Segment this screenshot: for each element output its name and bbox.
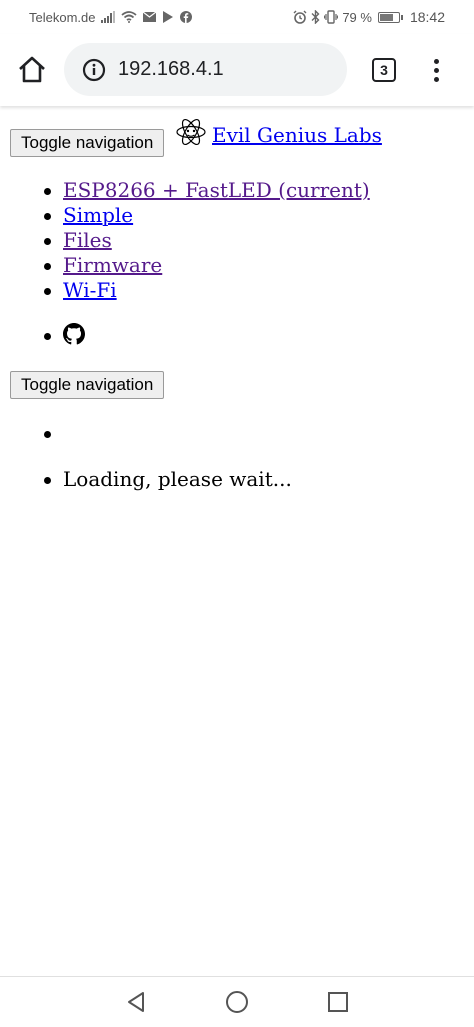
- clock: 18:42: [409, 9, 445, 25]
- nav-item-firmware: Firmware: [44, 253, 370, 278]
- nav-link-files[interactable]: Files: [63, 228, 112, 252]
- nav-link-firmware[interactable]: Firmware: [63, 253, 162, 277]
- social-item-github: [44, 323, 85, 348]
- nav-link-esp8266[interactable]: ESP8266 + FastLED (current): [63, 178, 370, 202]
- facebook-icon: [180, 11, 193, 23]
- nav-item-wifi: Wi-Fi: [44, 278, 370, 303]
- play-icon: [163, 11, 174, 23]
- overflow-menu-icon: [426, 59, 446, 82]
- tabs-button[interactable]: 3: [372, 58, 396, 82]
- toggle-navigation-button[interactable]: Toggle navigation: [10, 129, 165, 157]
- loading-text: Loading, please wait...: [63, 467, 292, 491]
- web-page: Toggle navigation Evil Genius Labs ESP82…: [0, 106, 474, 976]
- brand[interactable]: Evil Genius Labs: [175, 116, 382, 148]
- signal-icon: [101, 11, 116, 23]
- bluetooth-icon: [311, 10, 320, 24]
- nav-link-simple[interactable]: Simple: [63, 203, 133, 227]
- brand-link[interactable]: Evil Genius Labs: [212, 122, 382, 148]
- nav-link-wifi[interactable]: Wi-Fi: [63, 278, 117, 302]
- github-icon[interactable]: [63, 323, 85, 345]
- browser-toolbar: 192.168.4.1 3: [0, 34, 474, 106]
- status-bar: Telekom.de 79 % 18:42: [0, 0, 474, 34]
- info-icon[interactable]: [82, 58, 106, 82]
- alarm-icon: [293, 10, 307, 24]
- battery-icon: [377, 11, 403, 23]
- wifi-icon: [121, 11, 138, 23]
- home-button[interactable]: [16, 54, 48, 86]
- nav-item-esp8266: ESP8266 + FastLED (current): [44, 178, 370, 203]
- tab-count: 3: [380, 62, 388, 78]
- status-list: Loading, please wait...: [44, 467, 292, 492]
- status-list-item: Loading, please wait...: [44, 467, 292, 492]
- nav-item-simple: Simple: [44, 203, 370, 228]
- nav-menu: ESP8266 + FastLED (current) Simple Files…: [44, 178, 370, 303]
- social-list: [44, 323, 85, 348]
- empty-list: [44, 421, 69, 446]
- back-icon[interactable]: [124, 990, 148, 1014]
- carrier-name: Telekom.de: [29, 9, 96, 25]
- recents-icon[interactable]: [326, 990, 350, 1014]
- toggle-navigation-button-2[interactable]: Toggle navigation: [10, 371, 165, 399]
- nav-item-files: Files: [44, 228, 370, 253]
- system-nav-bar: [0, 976, 474, 1027]
- home-icon: [19, 56, 45, 83]
- mail-icon: [143, 12, 157, 22]
- address-bar[interactable]: 192.168.4.1: [64, 43, 347, 96]
- url-text[interactable]: 192.168.4.1: [118, 58, 224, 81]
- home-circle-icon[interactable]: [225, 990, 249, 1014]
- empty-list-item: [44, 421, 69, 446]
- atom-logo-icon: [176, 118, 206, 146]
- vibrate-icon: [324, 10, 339, 24]
- battery-percent: 79 %: [342, 9, 372, 25]
- overflow-menu-button[interactable]: [426, 56, 446, 84]
